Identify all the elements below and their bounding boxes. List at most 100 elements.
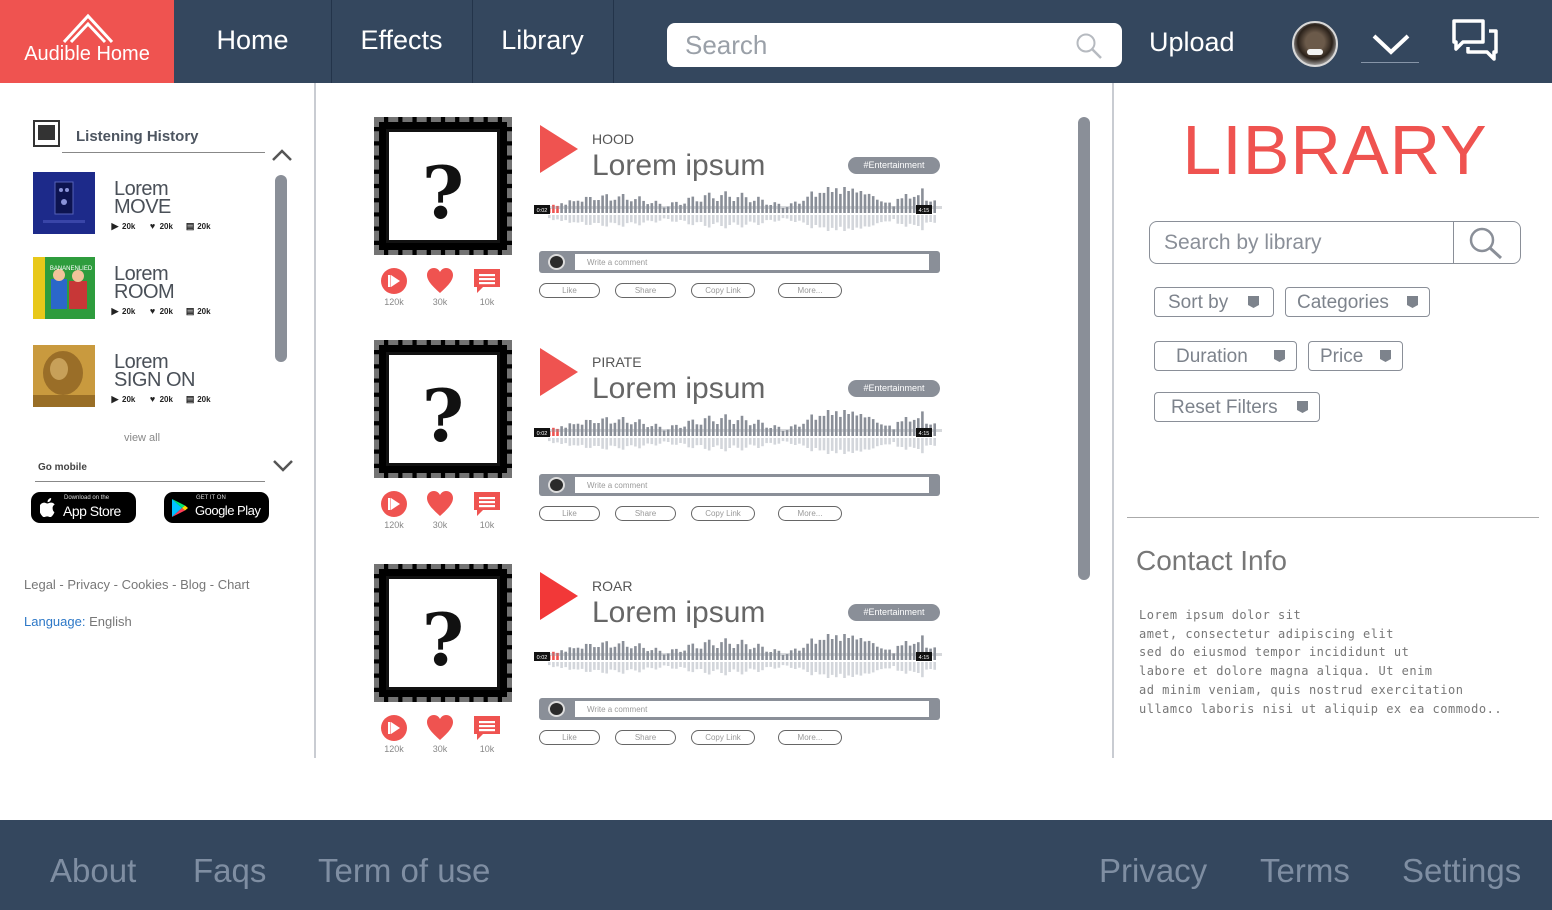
footer-faqs-link[interactable]: Faqs xyxy=(193,852,266,890)
comment-avatar xyxy=(548,254,565,270)
global-search-input[interactable] xyxy=(685,29,1065,61)
footer-terms-link[interactable]: Terms xyxy=(1260,852,1350,890)
messages-icon[interactable] xyxy=(1451,18,1499,62)
more-button[interactable]: More... xyxy=(778,283,842,298)
comment-icon[interactable] xyxy=(473,267,501,295)
footer-term-of-use-link[interactable]: Term of use xyxy=(318,852,490,890)
repost-icon[interactable] xyxy=(380,267,408,295)
play-icon[interactable] xyxy=(540,348,578,396)
chevron-down-icon[interactable] xyxy=(1364,28,1418,60)
like-button[interactable]: Like xyxy=(539,730,600,745)
copy-link-button[interactable]: Copy Link xyxy=(691,506,755,521)
contact-line: amet, consectetur adipiscing elit xyxy=(1139,626,1394,641)
comment-count: 20k xyxy=(197,222,211,231)
sort-by-dropdown[interactable]: Sort by xyxy=(1154,287,1274,317)
track-title[interactable]: Lorem ipsum xyxy=(592,372,765,406)
chart-link[interactable]: Chart xyxy=(218,577,250,592)
brand-logo[interactable]: Audible Home xyxy=(0,0,174,83)
heart-icon[interactable] xyxy=(426,490,454,518)
share-button[interactable]: Share xyxy=(615,730,676,745)
history-item-title: Lorem ROOM xyxy=(114,264,175,302)
more-button[interactable]: More... xyxy=(778,730,842,745)
apple-icon xyxy=(40,498,55,517)
heart-icon[interactable] xyxy=(426,714,454,742)
bookmark-icon xyxy=(33,120,60,147)
repost-icon[interactable] xyxy=(380,490,408,518)
play-count: 20k xyxy=(122,395,136,404)
copy-link-button[interactable]: Copy Link xyxy=(691,283,755,298)
footer-settings-link[interactable]: Settings xyxy=(1402,852,1521,890)
track-title[interactable]: Lorem ipsum xyxy=(592,596,765,630)
feed-scrollbar[interactable] xyxy=(1078,117,1090,580)
contact-line: Lorem ipsum dolor sit xyxy=(1139,608,1302,622)
cover-frame-texture xyxy=(374,117,512,255)
play-icon: ▶ xyxy=(111,221,119,231)
heart-icon: ♥ xyxy=(149,306,156,316)
album-cover[interactable]: ? xyxy=(374,340,512,478)
language-label: Language: xyxy=(24,614,86,629)
play-icon: ▶ xyxy=(111,306,119,316)
share-button[interactable]: Share xyxy=(615,506,676,521)
user-avatar[interactable] xyxy=(1292,21,1338,67)
play-icon[interactable] xyxy=(540,572,578,620)
app-store-badge[interactable]: Download on the App Store xyxy=(31,492,136,523)
footer-about-link[interactable]: About xyxy=(50,852,136,890)
search-icon[interactable] xyxy=(1075,32,1103,60)
waveform[interactable]: 0:02 4:15 xyxy=(534,628,942,698)
view-all-link[interactable]: view all xyxy=(124,432,160,444)
google-play-badge[interactable]: GET IT ON Google Play xyxy=(164,492,269,523)
genre-tag[interactable]: #Entertainment xyxy=(848,380,940,397)
comment-input[interactable] xyxy=(575,254,929,270)
album-cover[interactable]: ? xyxy=(374,117,512,255)
blog-link[interactable]: Blog xyxy=(180,577,206,592)
language-selector[interactable]: Language: English xyxy=(24,614,132,629)
library-search-button[interactable] xyxy=(1454,222,1520,263)
history-item[interactable]: Lorem MOVE ▶ 20k ♥ 20k ▤ 20k xyxy=(33,172,273,234)
album-cover[interactable]: ? xyxy=(374,564,512,702)
share-button[interactable]: Share xyxy=(615,283,676,298)
copy-link-button[interactable]: Copy Link xyxy=(691,730,755,745)
waveform[interactable]: 0:02 4:15 xyxy=(534,404,942,474)
waveform[interactable]: 0:02 4:15 xyxy=(534,181,942,251)
chevron-up-icon[interactable] xyxy=(271,148,293,162)
repost-icon[interactable] xyxy=(380,714,408,742)
heart-icon: ♥ xyxy=(149,394,156,404)
reset-filters-button[interactable]: Reset Filters xyxy=(1154,392,1320,422)
nav-home[interactable]: Home xyxy=(174,0,331,83)
comment-input[interactable] xyxy=(575,701,929,717)
duration-dropdown[interactable]: Duration xyxy=(1154,341,1297,371)
history-scrollbar[interactable] xyxy=(275,175,287,362)
history-item[interactable]: BANANENLIED Lorem ROOM ▶ 20k ♥ 20k ▤ 20k xyxy=(33,257,273,319)
library-search-input[interactable] xyxy=(1164,229,1444,257)
history-item-line2: MOVE xyxy=(114,196,171,218)
play-count: 120k xyxy=(384,297,404,307)
categories-dropdown[interactable]: Categories xyxy=(1285,287,1430,317)
nav-library[interactable]: Library xyxy=(472,0,613,83)
footer-privacy-link[interactable]: Privacy xyxy=(1099,852,1207,890)
contact-line: ullamco laboris nisi ut aliquip ex ea co… xyxy=(1139,701,1503,716)
time-start: 0:02 xyxy=(537,655,548,661)
privacy-link[interactable]: Privacy xyxy=(67,577,110,592)
legal-link[interactable]: Legal xyxy=(24,577,56,592)
nav-effects[interactable]: Effects xyxy=(331,0,472,83)
cookies-link[interactable]: Cookies xyxy=(122,577,169,592)
more-button[interactable]: More... xyxy=(778,506,842,521)
chevron-down-icon[interactable] xyxy=(272,459,294,473)
track-title[interactable]: Lorem ipsum xyxy=(592,149,765,183)
comment-icon[interactable] xyxy=(473,714,501,742)
search-icon xyxy=(1469,227,1503,260)
like-button[interactable]: Like xyxy=(539,506,600,521)
genre-tag[interactable]: #Entertainment xyxy=(848,157,940,174)
price-dropdown[interactable]: Price xyxy=(1308,341,1403,371)
nav-divider xyxy=(613,0,614,83)
comment-icon[interactable] xyxy=(473,490,501,518)
heart-icon[interactable] xyxy=(426,267,454,295)
history-item-title: Lorem SIGN ON xyxy=(114,352,195,390)
play-icon[interactable] xyxy=(540,125,578,173)
genre-tag[interactable]: #Entertainment xyxy=(848,604,940,621)
upload-button[interactable]: Upload xyxy=(1149,27,1235,58)
like-button[interactable]: Like xyxy=(539,283,600,298)
duration-label: Duration xyxy=(1176,346,1248,367)
history-item[interactable]: Lorem SIGN ON ▶ 20k ♥ 20k ▤ 20k xyxy=(33,345,273,407)
comment-input[interactable] xyxy=(575,477,929,493)
